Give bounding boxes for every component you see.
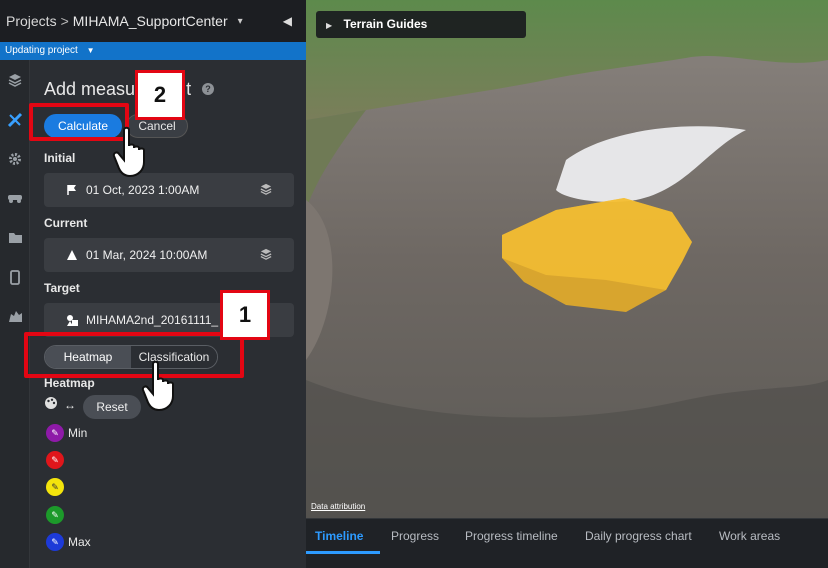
- project-name[interactable]: MIHAMA_SupportCenter: [73, 13, 228, 29]
- tool-rail: [0, 60, 30, 568]
- vehicle-icon[interactable]: [0, 186, 30, 210]
- color-swatch-icon[interactable]: ✎: [46, 533, 64, 551]
- settings-gear-icon[interactable]: [0, 147, 30, 171]
- layers-icon[interactable]: [0, 68, 30, 92]
- step-1-badge: 1: [220, 290, 270, 340]
- layers-select-icon[interactable]: [260, 183, 272, 198]
- tab-progress-timeline[interactable]: Progress timeline: [465, 529, 558, 543]
- palette-icon[interactable]: [44, 396, 58, 413]
- shapes-icon: [66, 314, 80, 327]
- color-swatch-icon[interactable]: ✎: [46, 506, 64, 524]
- measure-tools-icon[interactable]: [0, 108, 30, 132]
- terrain-3d-viewport[interactable]: ▶ Terrain Guides Data attribution: [306, 0, 828, 518]
- project-dropdown-icon[interactable]: ▾: [238, 16, 243, 27]
- legend-item-max[interactable]: ✎ Max: [46, 533, 91, 551]
- legend-label: Max: [68, 535, 91, 549]
- color-swatch-icon[interactable]: ✎: [46, 424, 64, 442]
- legend-item-4[interactable]: ✎: [46, 506, 68, 524]
- status-text: Updating project: [5, 45, 78, 56]
- breadcrumb-projects[interactable]: Projects: [6, 13, 57, 29]
- data-attribution-link[interactable]: Data attribution: [311, 502, 365, 511]
- heatmap-section-label: Heatmap: [44, 376, 95, 390]
- mobile-device-icon[interactable]: [0, 265, 30, 289]
- expand-triangle-icon: ▶: [326, 21, 333, 30]
- project-header: Projects > MIHAMA_SupportCenter ▾ ◀: [0, 0, 306, 42]
- target-value: MIHAMA2nd_20161111_: [86, 313, 219, 327]
- step-1-highlight: [24, 332, 244, 378]
- legend-item-3[interactable]: ✎: [46, 478, 68, 496]
- breadcrumb-separator: >: [60, 13, 69, 29]
- tab-progress[interactable]: Progress: [391, 529, 439, 543]
- tab-daily-progress-chart[interactable]: Daily progress chart: [585, 529, 692, 543]
- pointer-hand-icon: [112, 126, 145, 178]
- current-field[interactable]: 01 Mar, 2024 10:00AM: [44, 238, 294, 272]
- current-value: 01 Mar, 2024 10:00AM: [86, 248, 208, 262]
- status-dropdown-icon[interactable]: ▼: [87, 46, 95, 55]
- active-tab-indicator: [306, 551, 380, 554]
- tab-work-areas[interactable]: Work areas: [719, 529, 780, 543]
- color-swatch-icon[interactable]: ✎: [46, 478, 64, 496]
- legend-item-2[interactable]: ✎: [46, 451, 68, 469]
- collapse-panel-icon[interactable]: ◀: [283, 14, 292, 28]
- bottom-tab-bar: Timeline Progress Progress timeline Dail…: [306, 518, 828, 568]
- map-region-icon[interactable]: [0, 304, 30, 328]
- triangle-icon: [66, 249, 80, 261]
- terrain-guides-label: Terrain Guides: [343, 17, 428, 31]
- initial-field[interactable]: 01 Oct, 2023 1:00AM: [44, 173, 294, 207]
- heatmap-tools: ↔: [44, 396, 76, 413]
- color-swatch-icon[interactable]: ✎: [46, 451, 64, 469]
- legend-label: Min: [68, 426, 88, 440]
- reset-button[interactable]: Reset: [83, 395, 141, 419]
- legend-item-min[interactable]: ✎ Min: [46, 424, 87, 442]
- terrain-guides-toggle[interactable]: ▶ Terrain Guides: [316, 11, 526, 38]
- swap-arrows-icon[interactable]: ↔: [64, 398, 76, 412]
- help-icon[interactable]: ?: [202, 83, 214, 95]
- layers-select-icon[interactable]: [260, 248, 272, 263]
- status-bar[interactable]: Updating project ▼: [0, 42, 306, 60]
- pointer-hand-icon: [141, 360, 174, 412]
- folder-icon[interactable]: [0, 226, 30, 250]
- step-2-badge: 2: [135, 70, 185, 120]
- tab-timeline[interactable]: Timeline: [315, 529, 363, 543]
- flag-icon: [66, 184, 80, 196]
- initial-value: 01 Oct, 2023 1:00AM: [86, 183, 200, 197]
- initial-label: Initial: [44, 151, 76, 165]
- current-label: Current: [44, 216, 88, 230]
- terrain-render: [306, 0, 828, 518]
- target-label: Target: [44, 281, 80, 295]
